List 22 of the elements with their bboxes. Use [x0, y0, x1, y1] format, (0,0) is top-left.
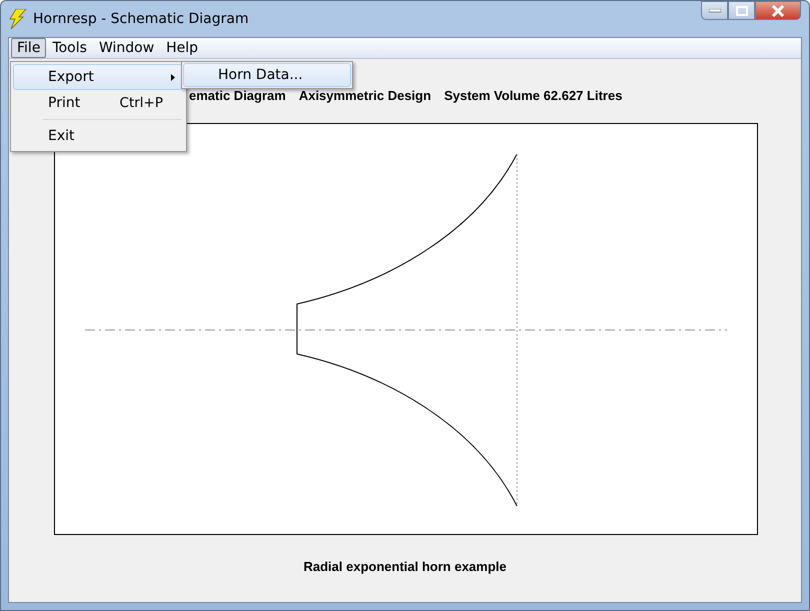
- heading-text: ematic Diagram: [189, 89, 286, 104]
- close-icon: [771, 4, 785, 16]
- menu-item[interactable]: Help: [160, 38, 204, 58]
- close-button[interactable]: [755, 1, 801, 20]
- heading-text: System Volume 62.627 Litres: [444, 89, 622, 104]
- menu-entry[interactable]: Print Ctrl+P: [13, 90, 184, 116]
- minimize-button[interactable]: [701, 1, 728, 20]
- menu-entry[interactable]: Exit: [13, 123, 184, 149]
- maximize-button[interactable]: [728, 1, 755, 20]
- minimize-icon: [708, 8, 720, 12]
- menu-item[interactable]: Tools: [46, 38, 93, 58]
- menu-entry[interactable]: Export: [13, 64, 184, 90]
- menu-item[interactable]: Window: [92, 38, 160, 58]
- menu-item[interactable]: File: [11, 38, 46, 58]
- heading-text: Axisymmetric Design: [298, 89, 432, 104]
- lightning-icon: [9, 9, 27, 29]
- shortcut-text: Ctrl+P: [120, 95, 163, 111]
- window-title: Hornresp - Schematic Diagram: [33, 11, 249, 27]
- caption-text: Radial exponential horn example: [304, 559, 506, 574]
- menu-entry[interactable]: Horn Data...: [183, 63, 351, 87]
- submenu-arrow-icon: [171, 74, 175, 80]
- maximize-icon: [736, 6, 748, 16]
